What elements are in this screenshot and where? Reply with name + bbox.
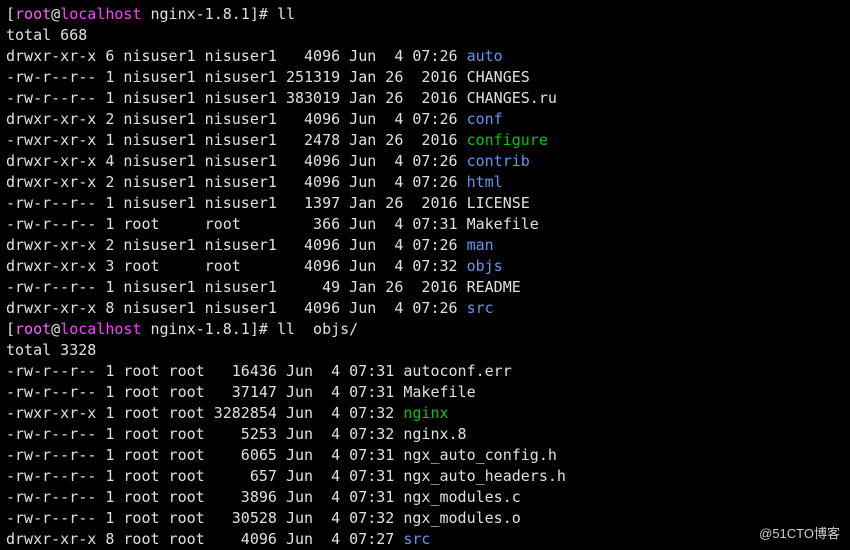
file-name: Makefile bbox=[403, 383, 475, 401]
file-name: ngx_auto_headers.h bbox=[403, 467, 566, 485]
list-row: -rw-r--r-- 1 nisuser1 nisuser1 1397 Jan … bbox=[6, 194, 530, 212]
file-name: autoconf.err bbox=[403, 362, 511, 380]
list-row: drwxr-xr-x 8 root root 4096 Jun 4 07:27 … bbox=[6, 530, 430, 548]
list-row: drwxr-xr-x 2 nisuser1 nisuser1 4096 Jun … bbox=[6, 110, 503, 128]
prompt-cwd: nginx-1.8.1 bbox=[141, 320, 249, 338]
list-row: -rw-r--r-- 1 root root 6065 Jun 4 07:31 … bbox=[6, 446, 557, 464]
prompt-cwd: nginx-1.8.1 bbox=[141, 5, 249, 23]
list-row: drwxr-xr-x 2 nisuser1 nisuser1 4096 Jun … bbox=[6, 173, 503, 191]
file-name: conf bbox=[467, 110, 503, 128]
file-name: auto bbox=[467, 47, 503, 65]
list-row: -rw-r--r-- 1 root root 5253 Jun 4 07:32 … bbox=[6, 425, 467, 443]
prompt-line-2: [root@localhost nginx-1.8.1]# ll objs/ bbox=[6, 320, 358, 338]
file-name: ngx_modules.o bbox=[403, 509, 520, 527]
file-name: CHANGES bbox=[467, 68, 530, 86]
list-row: -rw-r--r-- 1 root root 30528 Jun 4 07:32… bbox=[6, 509, 521, 527]
list-row: -rw-r--r-- 1 nisuser1 nisuser1 251319 Ja… bbox=[6, 68, 530, 86]
file-name: src bbox=[467, 299, 494, 317]
list-row: -rw-r--r-- 1 root root 366 Jun 4 07:31 M… bbox=[6, 215, 539, 233]
list-row: drwxr-xr-x 3 root root 4096 Jun 4 07:32 … bbox=[6, 257, 503, 275]
total-line: total 3328 bbox=[6, 341, 96, 359]
prompt-host: localhost bbox=[60, 320, 141, 338]
watermark-text: @51CTO博客 bbox=[759, 523, 840, 542]
list-row: -rw-r--r-- 1 root root 16436 Jun 4 07:31… bbox=[6, 362, 512, 380]
total-line: total 668 bbox=[6, 26, 87, 44]
file-name: objs bbox=[467, 257, 503, 275]
file-name: html bbox=[467, 173, 503, 191]
list-row: drwxr-xr-x 8 nisuser1 nisuser1 4096 Jun … bbox=[6, 299, 494, 317]
file-name: README bbox=[467, 278, 521, 296]
list-row: -rw-r--r-- 1 root root 3896 Jun 4 07:31 … bbox=[6, 488, 521, 506]
file-name: nginx bbox=[403, 404, 448, 422]
file-name: ngx_modules.c bbox=[403, 488, 520, 506]
terminal-output[interactable]: [root@localhost nginx-1.8.1]# ll total 6… bbox=[0, 0, 850, 550]
file-name: nginx.8 bbox=[403, 425, 466, 443]
file-name: contrib bbox=[467, 152, 530, 170]
list-row: -rw-r--r-- 1 root root 657 Jun 4 07:31 n… bbox=[6, 467, 566, 485]
file-name: CHANGES.ru bbox=[467, 89, 557, 107]
typed-command: ll objs/ bbox=[277, 320, 358, 338]
prompt-line-1: [root@localhost nginx-1.8.1]# ll bbox=[6, 5, 295, 23]
file-name: configure bbox=[467, 131, 548, 149]
list-row: -rw-r--r-- 1 nisuser1 nisuser1 383019 Ja… bbox=[6, 89, 557, 107]
file-name: src bbox=[403, 530, 430, 548]
list-row: -rw-r--r-- 1 nisuser1 nisuser1 49 Jan 26… bbox=[6, 278, 521, 296]
file-name: Makefile bbox=[467, 215, 539, 233]
file-name: man bbox=[467, 236, 494, 254]
list-row: drwxr-xr-x 2 nisuser1 nisuser1 4096 Jun … bbox=[6, 236, 494, 254]
list-row: -rwxr-xr-x 1 root root 3282854 Jun 4 07:… bbox=[6, 404, 449, 422]
typed-command: ll bbox=[277, 5, 295, 23]
list-row: -rw-r--r-- 1 root root 37147 Jun 4 07:31… bbox=[6, 383, 476, 401]
prompt-user: root bbox=[15, 5, 51, 23]
list-row: -rwxr-xr-x 1 nisuser1 nisuser1 2478 Jan … bbox=[6, 131, 548, 149]
file-name: ngx_auto_config.h bbox=[403, 446, 557, 464]
prompt-user: root bbox=[15, 320, 51, 338]
prompt-host: localhost bbox=[60, 5, 141, 23]
file-name: LICENSE bbox=[467, 194, 530, 212]
list-row: drwxr-xr-x 4 nisuser1 nisuser1 4096 Jun … bbox=[6, 152, 530, 170]
list-row: drwxr-xr-x 6 nisuser1 nisuser1 4096 Jun … bbox=[6, 47, 503, 65]
